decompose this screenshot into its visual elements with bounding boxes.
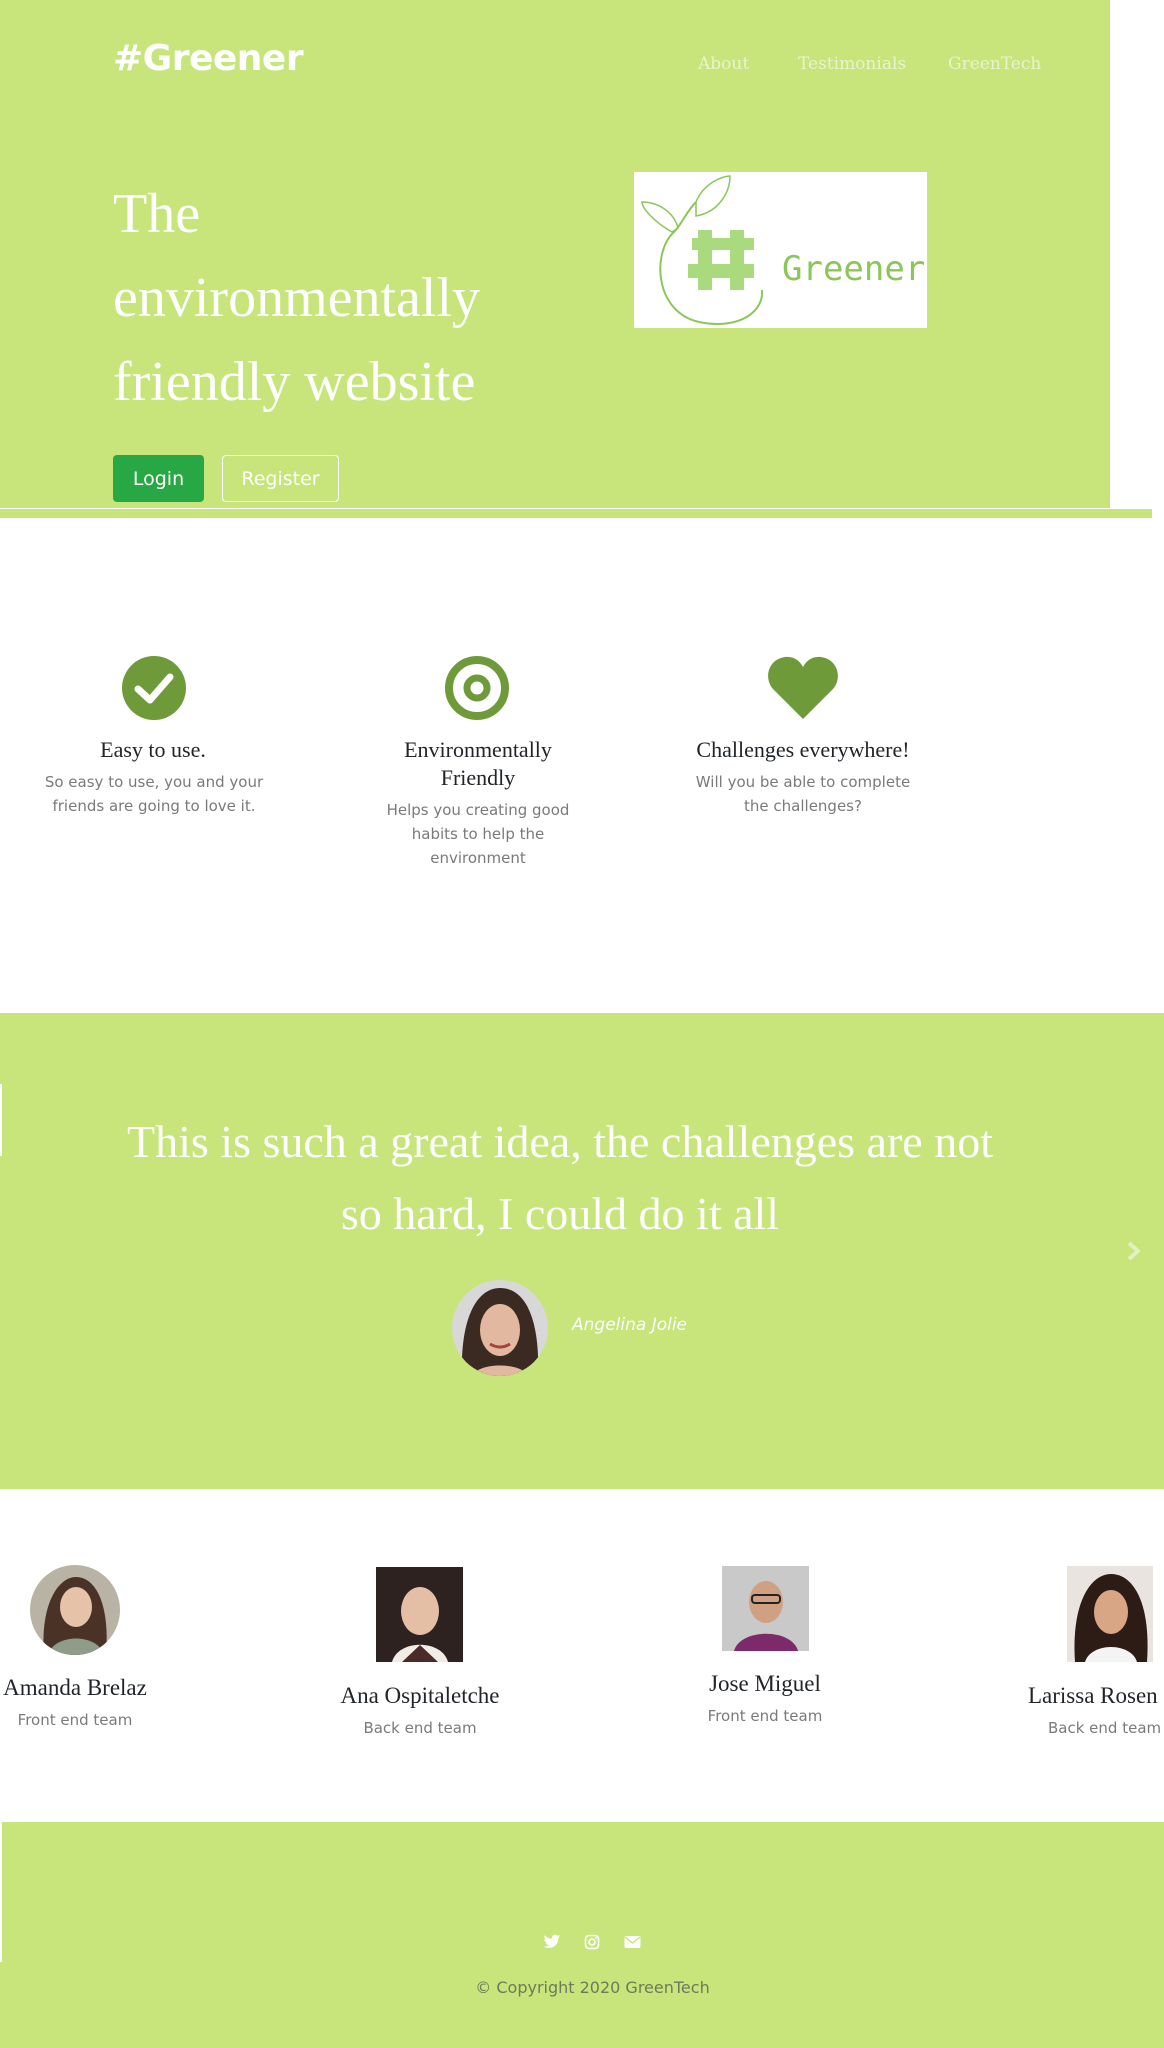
team-photo xyxy=(722,1566,809,1651)
feature-description-line: the challenges? xyxy=(744,797,862,815)
team-member-name: Jose Miguel xyxy=(709,1671,821,1696)
feature-description: So easy to use, you and your friends are… xyxy=(20,770,288,818)
hero-title: The environmentally friendly website xyxy=(113,172,533,424)
logo-text: Greener xyxy=(782,249,925,289)
hero-title-line: friendly website xyxy=(113,351,476,413)
copyright-text: © Copyright 2020 GreenTech xyxy=(475,1978,710,1997)
team-member-role: Back end team xyxy=(363,1719,477,1737)
team-photo xyxy=(376,1567,463,1662)
login-button[interactable]: Login xyxy=(113,455,204,502)
team-member-name: Ana Ospitaletche xyxy=(340,1683,500,1708)
team-photo xyxy=(30,1565,120,1655)
testimonial-section xyxy=(0,1013,1164,1489)
testimonial-avatar xyxy=(452,1280,548,1376)
greener-logo-image: Greener xyxy=(634,172,927,328)
twitter-icon[interactable] xyxy=(543,1934,563,1954)
nav-about[interactable]: About xyxy=(698,54,749,74)
nav-greentech[interactable]: GreenTech xyxy=(948,54,1041,74)
brand-logo-text[interactable]: #Greener xyxy=(113,38,304,79)
hero-title-line: The xyxy=(113,183,201,245)
team-member-name: Larissa Rosen xyxy=(1028,1683,1158,1708)
feature-title-line: Environmentally xyxy=(404,737,552,762)
feature-description-line: friends are going to love it. xyxy=(52,797,256,815)
greener-logo-graphic: Greener xyxy=(641,175,925,325)
feature-description: Will you be able to complete the challen… xyxy=(673,770,933,818)
feature-description-line: So easy to use, you and your xyxy=(44,773,264,791)
feature-title-line: Friendly xyxy=(440,765,516,790)
quote-line: This is such a great idea, the challenge… xyxy=(126,1116,993,1167)
testimonial-author: Angelina Jolie xyxy=(572,1315,688,1335)
team-member-role: Front end team xyxy=(707,1707,823,1725)
feature-description-line: Helps you creating good xyxy=(386,801,570,819)
team-photo xyxy=(1067,1566,1153,1662)
feature-title: Environmentally Friendly xyxy=(348,736,608,792)
footer-edge xyxy=(0,1822,2,1962)
footer xyxy=(0,1822,1164,2048)
team-member-role: Front end team xyxy=(17,1711,133,1729)
hero-divider xyxy=(0,508,1152,518)
target-icon xyxy=(444,655,510,725)
feature-description-line: habits to help the xyxy=(411,825,545,843)
team-member-name: Amanda Brelaz xyxy=(3,1675,147,1700)
envelope-icon[interactable] xyxy=(624,1934,644,1954)
feature-description-line: Will you be able to complete xyxy=(695,773,911,791)
feature-title: Challenges everywhere! xyxy=(696,737,910,762)
testimonial-quote: This is such a great idea, the challenge… xyxy=(80,1106,1040,1250)
hero-title-line: environmentally xyxy=(113,267,481,329)
feature-description: Helps you creating good habits to help t… xyxy=(358,798,598,870)
team-member-role: Back end team xyxy=(1048,1719,1162,1737)
chevron-right-icon[interactable] xyxy=(1122,1240,1144,1262)
nav-testimonials[interactable]: Testimonials xyxy=(798,54,906,74)
quote-line: so hard, I could do it all xyxy=(340,1188,780,1239)
feature-description-line: environment xyxy=(430,849,526,867)
instagram-icon[interactable] xyxy=(584,1934,604,1954)
register-button[interactable]: Register xyxy=(222,455,339,502)
check-circle-icon xyxy=(121,655,187,725)
feature-title: Easy to use. xyxy=(100,737,206,762)
heart-icon xyxy=(767,655,839,725)
carousel-edge xyxy=(0,1084,2,1156)
